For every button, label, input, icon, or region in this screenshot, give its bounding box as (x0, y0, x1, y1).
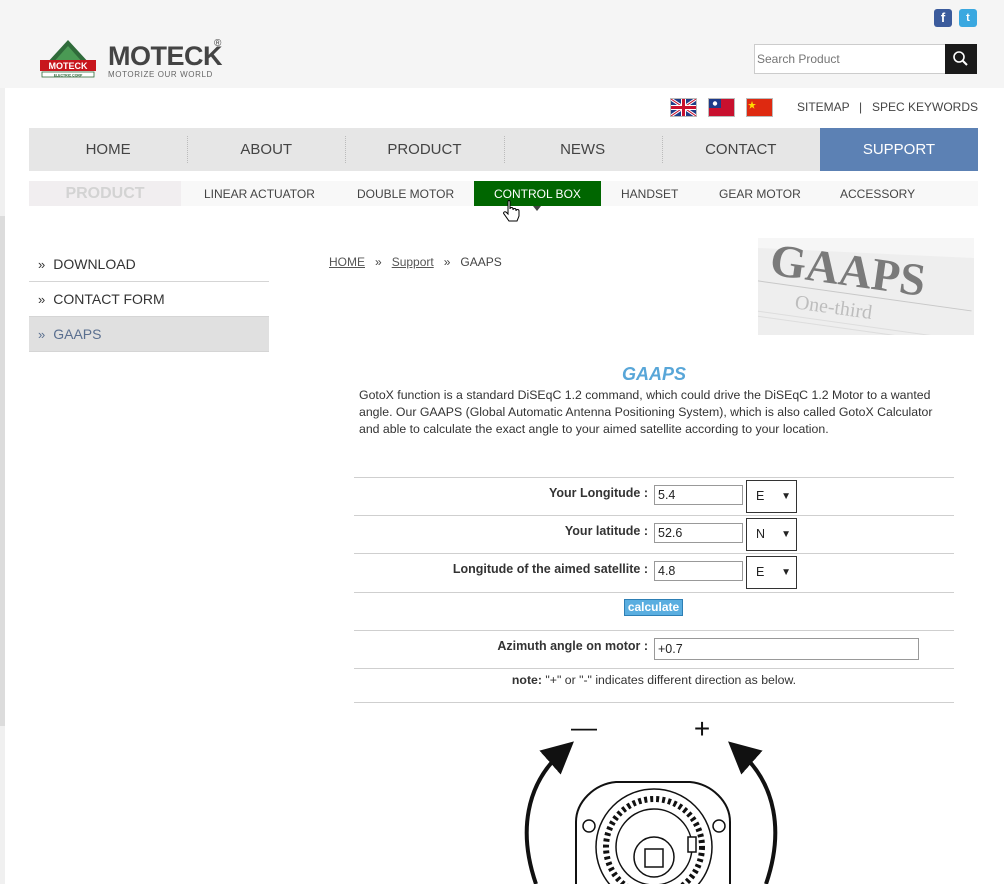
subnav-product-title: PRODUCT (29, 181, 181, 206)
main-nav: HOME ABOUT PRODUCT NEWS CONTACT SUPPORT (29, 128, 979, 171)
calculate-row: calculate (354, 592, 954, 630)
nav-support[interactable]: SUPPORT (819, 128, 979, 171)
subnav-linear-actuator[interactable]: LINEAR ACTUATOR (204, 181, 315, 206)
nav-news[interactable]: NEWS (503, 128, 662, 171)
breadcrumb: HOME » Support » GAAPS (329, 255, 502, 269)
counterclockwise-arrow (524, 741, 574, 884)
china-flag-icon[interactable] (746, 98, 773, 117)
note-row: note: "+" or "-" indicates different dir… (354, 668, 954, 703)
search-input[interactable] (754, 44, 946, 74)
latitude-label: Your latitude : (564, 524, 648, 538)
longitude-label: Your Longitude : (548, 486, 648, 500)
utility-divider: | (859, 100, 863, 114)
chevron-right-icon: » (38, 292, 46, 307)
dropdown-arrow-icon: ▼ (781, 491, 791, 502)
breadcrumb-home[interactable]: HOME (329, 255, 365, 269)
search-button[interactable] (945, 44, 977, 74)
select-value: E (756, 565, 765, 579)
support-sidebar: » DOWNLOAD » CONTACT FORM » GAAPS (29, 247, 269, 352)
registered-mark: ® (214, 38, 222, 49)
satellite-direction-select[interactable]: E ▼ (746, 556, 797, 589)
longitude-input[interactable] (654, 485, 743, 505)
newspaper-graphic: GAAPS One-third (758, 238, 974, 335)
nav-product[interactable]: PRODUCT (345, 128, 503, 171)
select-value: N (756, 527, 766, 541)
nav-about[interactable]: ABOUT (187, 128, 345, 171)
scrollbar-thumb[interactable] (0, 216, 5, 726)
tw-flag-graphic (709, 99, 734, 116)
satellite-longitude-input[interactable] (654, 561, 743, 581)
chevron-right-icon: » (38, 327, 46, 342)
latitude-row: Your latitude : N▼ (354, 515, 954, 553)
intro-paragraph: GotoX function is a standard DiSEqC 1.2 … (359, 388, 933, 436)
azimuth-row: Azimuth angle on motor : (354, 630, 954, 668)
gaaps-calculator-form: Your Longitude : E▼ Your latitude : N▼ L… (354, 477, 954, 703)
nav-home[interactable]: HOME (29, 128, 187, 171)
breadcrumb-support[interactable]: Support (392, 255, 434, 269)
spec-keywords-link[interactable]: SPEC KEYWORDS (872, 100, 978, 114)
subnav-handset[interactable]: HANDSET (621, 181, 678, 206)
select-value: E (756, 489, 765, 503)
satellite-row: Longitude of the aimed satellite : E▼ (354, 553, 954, 592)
search-bar (754, 44, 977, 74)
moteck-logo-mark: MOTECK ELECTRIC CORP (40, 40, 96, 78)
breadcrumb-separator: » (375, 255, 382, 269)
facebook-icon[interactable]: f (934, 9, 952, 27)
sidebar-item-label: CONTACT FORM (53, 291, 165, 307)
satellite-longitude-label: Longitude of the aimed satellite : (452, 562, 648, 576)
motor-direction-diagram: — + (524, 712, 778, 884)
azimuth-label: Azimuth angle on motor : (497, 639, 648, 653)
sitemap-link[interactable]: SITEMAP (797, 100, 850, 114)
nav-contact[interactable]: CONTACT (661, 128, 820, 171)
logo-mark-text: MOTECK (49, 61, 88, 71)
chevron-right-icon: » (38, 257, 46, 272)
brand-name: MOTECK (108, 41, 223, 71)
gaaps-banner-image: GAAPS One-third (758, 238, 974, 335)
motor-housing-graphic (575, 781, 731, 884)
latitude-input[interactable] (654, 523, 743, 543)
sidebar-item-label: GAAPS (53, 326, 102, 342)
note-text: "+" or "-" indicates different direction… (541, 673, 797, 687)
site-header: f t MOTECK ELECTRIC CORP MOTECK ® MOTORI… (0, 0, 1004, 88)
subnav-control-box[interactable]: CONTROL BOX (474, 181, 601, 211)
dropdown-arrow-icon: ▼ (781, 567, 791, 578)
search-icon (953, 51, 968, 66)
breadcrumb-current: GAAPS (460, 255, 502, 269)
note-label: note: (511, 673, 542, 687)
direction-note: note: "+" or "-" indicates different dir… (354, 673, 954, 687)
twitter-icon[interactable]: t (959, 9, 977, 27)
azimuth-output[interactable] (654, 638, 919, 660)
latitude-direction-select[interactable]: N ▼ (746, 518, 797, 551)
minus-direction-label: — (571, 712, 597, 742)
plus-direction-label: + (694, 713, 710, 744)
cn-flag-graphic (747, 99, 772, 116)
subnav-gear-motor[interactable]: GEAR MOTOR (719, 181, 801, 206)
sidebar-item-download[interactable]: » DOWNLOAD (29, 247, 269, 282)
logo-mark-sub: ELECTRIC CORP (54, 74, 83, 78)
sidebar-item-contact-form[interactable]: » CONTACT FORM (29, 282, 269, 317)
breadcrumb-separator: » (443, 255, 451, 269)
subnav-double-motor[interactable]: DOUBLE MOTOR (357, 181, 454, 206)
site-logo[interactable]: MOTECK ELECTRIC CORP MOTECK ® MOTORIZE O… (38, 38, 238, 80)
longitude-row: Your Longitude : E▼ (354, 477, 954, 515)
uk-flag-graphic (670, 97, 697, 118)
dropdown-arrow-icon: ▼ (781, 529, 791, 540)
page-title: GAAPS (621, 364, 686, 384)
sidebar-item-gaaps[interactable]: » GAAPS (29, 317, 269, 352)
calculate-button[interactable]: calculate (624, 599, 683, 616)
english-flag-icon[interactable] (670, 97, 697, 118)
hand-cursor-icon (503, 200, 520, 222)
brand-tagline: MOTORIZE OUR WORLD (108, 70, 213, 79)
taiwan-flag-icon[interactable] (708, 98, 735, 117)
clockwise-arrow (728, 741, 778, 884)
sidebar-item-label: DOWNLOAD (53, 256, 136, 272)
longitude-direction-select[interactable]: E ▼ (746, 480, 797, 513)
scroll-gutter (0, 88, 5, 884)
subnav-accessory[interactable]: ACCESSORY (840, 181, 915, 206)
